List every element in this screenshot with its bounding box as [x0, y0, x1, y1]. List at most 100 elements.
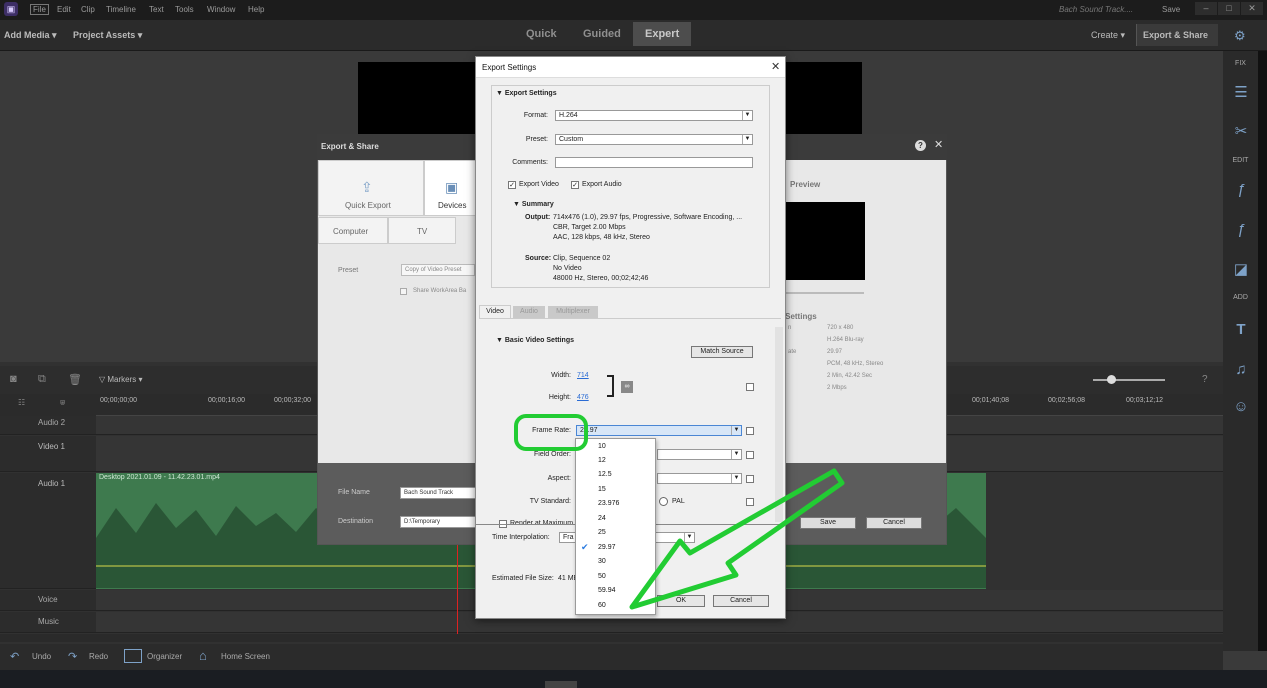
tv-subtab[interactable]: TV [388, 217, 456, 244]
height-value[interactable]: 476 [577, 394, 589, 401]
quick-export-tab[interactable]: ⇪ Quick Export [318, 160, 424, 216]
basic-video-heading[interactable]: ▼ Basic Video Settings [496, 337, 574, 344]
markers-dropdown[interactable]: ▽ Markers ▾ [99, 375, 143, 384]
output-label: Output: [525, 214, 551, 221]
horizontal-scrollbar[interactable] [0, 634, 1223, 642]
close-icon[interactable]: ✕ [771, 60, 780, 73]
settings-gear-icon[interactable]: ⚙ [1234, 28, 1246, 44]
preview-scrubber[interactable] [786, 292, 864, 294]
menu-tools[interactable]: Tools [175, 5, 194, 14]
adjustments-icon[interactable]: ☰ [1232, 84, 1250, 102]
export-share-button[interactable]: Export & Share [1136, 24, 1218, 46]
music-note-icon[interactable]: ♫ [1232, 361, 1250, 379]
home-screen-button[interactable]: Home Screen [221, 652, 270, 661]
camera-icon[interactable]: ◙ [10, 373, 17, 385]
menu-window[interactable]: Window [207, 5, 235, 14]
organizer-icon[interactable] [124, 649, 142, 663]
close-icon[interactable]: ✕ [934, 138, 943, 151]
taskbar-app[interactable] [545, 681, 577, 688]
bottom-bar: ↶ Undo ↷ Redo Organizer ⌂ Home Screen [0, 644, 1223, 670]
clip-name: Desktop 2021.01.09 - 11.42.23.01.mp4 [99, 474, 220, 481]
preset-select[interactable]: Custom ▼ [555, 134, 753, 145]
comments-label: Comments: [512, 159, 548, 166]
menu-text[interactable]: Text [149, 5, 164, 14]
tv-standard-label: TV Standard: [529, 498, 571, 505]
frame-rate-checkbox[interactable] [746, 427, 754, 435]
multiplexer-tab[interactable]: Multiplexer [548, 306, 598, 318]
file-name-input[interactable]: Bach Sound Track [400, 487, 476, 499]
timecode-label: 00;03;12;12 [1126, 397, 1163, 404]
trash-icon[interactable]: 🗑 [68, 373, 82, 386]
export-video-checkbox[interactable]: ✓ [508, 181, 516, 189]
save-menu-button[interactable]: Save [1162, 5, 1180, 14]
summary-heading[interactable]: ▼ Summary [513, 201, 554, 208]
transitions-icon[interactable]: ◪ [1232, 261, 1250, 279]
organizer-button[interactable]: Organizer [147, 652, 182, 661]
applied-effects-icon[interactable]: ƒ [1232, 181, 1250, 199]
mode-expert-tab[interactable]: Expert [633, 22, 692, 46]
export-settings-heading[interactable]: ▼ Export Settings [496, 90, 557, 97]
chain-link-icon[interactable]: ∞ [621, 381, 633, 393]
timecode-label: 00;00;16;00 [208, 397, 245, 404]
computer-label: Computer [333, 227, 369, 236]
track-options-icon[interactable]: ☷ [18, 398, 25, 407]
quick-export-icon: ⇪ [361, 179, 373, 195]
help-icon[interactable]: ? [1202, 374, 1208, 385]
mode-quick-tab[interactable]: Quick [526, 28, 557, 40]
comments-input[interactable] [555, 157, 753, 168]
redo-icon[interactable]: ↷ [68, 650, 77, 663]
settings-label: n [788, 325, 792, 331]
format-select[interactable]: H.264 ▼ [555, 110, 753, 121]
width-height-checkbox[interactable] [746, 383, 754, 391]
copy-icon[interactable]: ⧉ [38, 373, 46, 386]
undo-button[interactable]: Undo [32, 652, 51, 661]
menu-edit[interactable]: Edit [57, 5, 71, 14]
field-order-select[interactable]: ▼ [657, 449, 742, 460]
cancel-button[interactable]: Cancel [866, 517, 922, 529]
add-media-button[interactable]: Add Media ▾ [4, 30, 57, 41]
height-label: Height: [548, 394, 571, 401]
help-icon[interactable]: ? [915, 140, 926, 151]
graphics-smiley-icon[interactable]: ☺ [1232, 398, 1250, 416]
menu-help[interactable]: Help [248, 5, 264, 14]
timecode-label: 00;01;40;08 [972, 397, 1009, 404]
maximize-icon[interactable]: □ [1218, 2, 1240, 15]
settings-value: 2 Min, 42.42 Sec [827, 373, 873, 379]
export-audio-checkbox[interactable]: ✓ [571, 181, 579, 189]
devices-tab[interactable]: ▣ Devices [424, 160, 476, 216]
computer-subtab[interactable]: Computer [318, 217, 388, 244]
close-window-icon[interactable]: ✕ [1241, 2, 1263, 15]
track-label: Audio 1 [38, 479, 66, 488]
width-value[interactable]: 714 [577, 372, 589, 379]
zoom-slider[interactable] [1093, 379, 1165, 381]
menu-file[interactable]: File [30, 4, 49, 15]
create-button[interactable]: Create ▾ [1091, 30, 1125, 41]
tools-icon[interactable]: ✂ [1232, 123, 1250, 141]
share-workarea-checkbox[interactable] [400, 288, 407, 295]
menu-clip[interactable]: Clip [81, 5, 95, 14]
frame-rate-select[interactable]: 29.97 ▼ [576, 425, 742, 436]
zoom-slider-handle[interactable] [1107, 375, 1116, 384]
video-tab[interactable]: Video [479, 305, 511, 318]
project-assets-button[interactable]: Project Assets ▾ [73, 30, 142, 41]
frame-rate-option[interactable]: 10 [576, 440, 655, 454]
vertical-scrollbar[interactable] [1258, 51, 1267, 651]
destination-input[interactable]: D:\Temporary [400, 516, 476, 528]
redo-button[interactable]: Redo [89, 652, 108, 661]
home-icon[interactable]: ⌂ [199, 648, 207, 663]
mode-guided-tab[interactable]: Guided [583, 28, 621, 40]
undo-icon[interactable]: ↶ [10, 650, 19, 663]
field-order-checkbox[interactable] [746, 451, 754, 459]
minimize-icon[interactable]: – [1195, 2, 1217, 15]
format-label: Format: [523, 112, 548, 119]
titles-icon[interactable]: T [1232, 321, 1250, 339]
timecode-label: 00;00;32;00 [274, 397, 311, 404]
menu-timeline[interactable]: Timeline [106, 5, 136, 14]
preset-select[interactable]: Copy of Video Preset [401, 264, 475, 276]
aspect-label: Aspect: [547, 475, 571, 482]
fix-label: FIX [1235, 60, 1246, 67]
audio-tab[interactable]: Audio [513, 306, 545, 318]
audio-wave-icon[interactable]: ⩐ [60, 398, 65, 408]
effects-icon[interactable]: ƒ [1232, 221, 1250, 239]
match-source-button[interactable]: Match Source [691, 346, 753, 358]
